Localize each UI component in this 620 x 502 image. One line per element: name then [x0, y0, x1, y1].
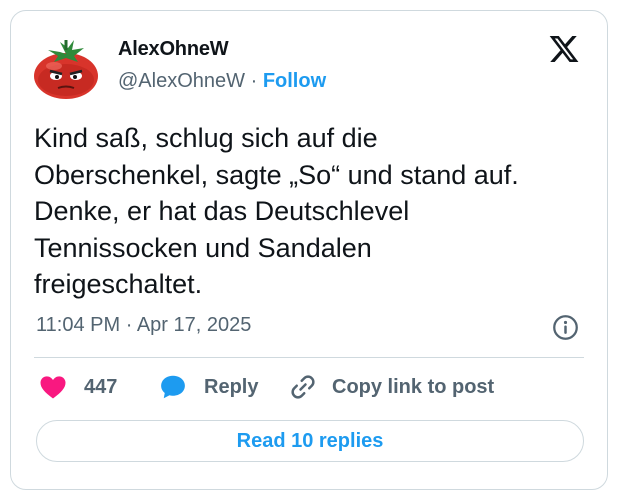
divider — [34, 357, 584, 358]
author-handle[interactable]: @AlexOhneW — [118, 70, 245, 92]
reply-button[interactable]: Reply — [158, 372, 258, 402]
link-icon — [291, 375, 315, 399]
copy-link-label: Copy link to post — [332, 375, 495, 398]
read-replies-label: Read 10 replies — [236, 429, 384, 452]
follow-link[interactable]: Follow — [263, 70, 326, 92]
tweet-timestamp[interactable]: 11:04 PM · Apr 17, 2025 — [36, 314, 251, 337]
reply-label: Reply — [204, 375, 259, 398]
reply-bubble-icon — [161, 375, 185, 399]
tweet-text-line: Tennissocken und Sandalen — [34, 232, 372, 263]
tweet-text-line: Oberschenkel, sagte „So“ und stand auf. — [34, 159, 519, 190]
tweet-time: 11:04 PM — [36, 314, 121, 336]
tweet-text-line: freigeschaltet. — [34, 269, 203, 299]
read-replies-button[interactable]: Read 10 replies — [36, 420, 584, 462]
separator-dot: · — [250, 70, 258, 92]
tweet-text-line: Kind saß, schlug sich auf die — [34, 123, 378, 153]
copy-link-button[interactable]: Copy link to post — [288, 372, 494, 402]
tweet-text-line: Denke, er hat das Deutschlevel — [34, 196, 410, 226]
x-logo-icon[interactable] — [547, 33, 581, 65]
avatar[interactable] — [32, 36, 100, 100]
tweet-text: Kind saß, schlug sich auf die Oberschenk… — [34, 120, 590, 303]
author-handle-row: @AlexOhneW · Follow — [118, 70, 326, 93]
author-name[interactable]: AlexOhneW — [118, 38, 229, 61]
like-count: 447 — [84, 375, 118, 398]
info-icon[interactable] — [552, 314, 579, 341]
heart-icon — [40, 376, 66, 399]
timestamp-separator: · — [125, 314, 133, 336]
like-button[interactable]: 447 — [38, 372, 117, 402]
tweet-date: Apr 17, 2025 — [136, 314, 252, 336]
